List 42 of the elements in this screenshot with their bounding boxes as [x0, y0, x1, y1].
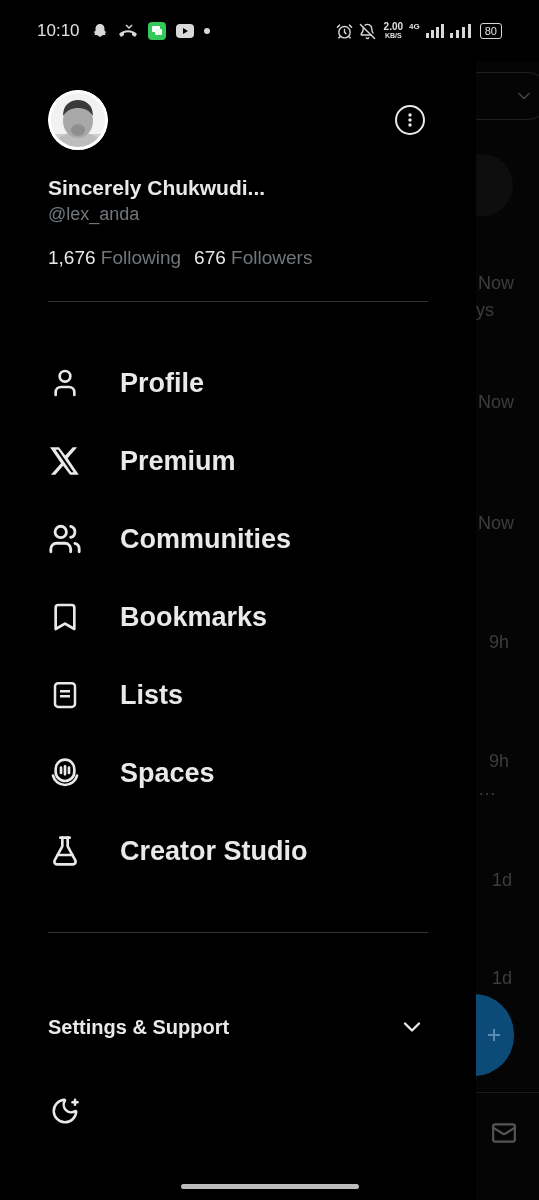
feed-timestamp: 1d — [491, 869, 514, 891]
feed-timestamp: Now — [477, 391, 515, 413]
feed-timestamp: 1d — [491, 967, 514, 989]
settings-support-toggle[interactable]: Settings & Support — [48, 995, 428, 1059]
feed-timestamp: … — [477, 778, 497, 800]
feed-timestamp: 9h — [488, 631, 511, 653]
microphone-icon — [49, 757, 81, 789]
ghost-icon — [91, 23, 108, 39]
moon-icon — [50, 1096, 80, 1126]
alarm-icon — [335, 22, 353, 40]
people-icon — [48, 522, 82, 556]
mail-icon — [491, 1120, 517, 1146]
signal-icon — [425, 24, 444, 38]
more-icon — [408, 113, 412, 127]
x-logo-icon — [50, 447, 80, 475]
more-options-button[interactable] — [395, 105, 425, 135]
menu-item[interactable]: Creator Studio — [48, 812, 428, 890]
menu-item[interactable]: Communities — [48, 500, 428, 578]
phone-icon — [117, 24, 138, 38]
dot-icon — [203, 28, 210, 34]
network-type: 4G — [409, 21, 420, 33]
followers-link[interactable]: 676 Followers — [194, 246, 313, 270]
feed-timestamp: ys — [476, 299, 495, 321]
plus-icon — [488, 1029, 500, 1041]
feed-timestamp: Now — [477, 272, 515, 294]
status-time: 10:10 — [37, 20, 80, 43]
user-handle: @lex_anda — [48, 203, 141, 226]
bell-off-icon — [358, 22, 376, 40]
chat-app-icon — [147, 22, 166, 40]
menu-item[interactable]: Premium — [48, 422, 428, 500]
menu-item[interactable]: Bookmarks — [48, 578, 428, 656]
menu-item[interactable]: Spaces — [48, 734, 428, 812]
menu-item[interactable]: Profile — [48, 344, 428, 422]
feed-timestamp: 9h — [488, 750, 511, 772]
following-link[interactable]: 1,676 Following — [48, 246, 182, 270]
display-name: Sincerely Chukwudi... — [48, 175, 267, 201]
menu-item[interactable]: Lists — [48, 656, 428, 734]
signal-icon — [449, 24, 472, 38]
battery-indicator: 80 — [479, 23, 502, 39]
network-speed: 2.00 — [383, 22, 404, 31]
play-icon — [175, 24, 194, 38]
feed-timestamp: Now — [477, 512, 515, 534]
